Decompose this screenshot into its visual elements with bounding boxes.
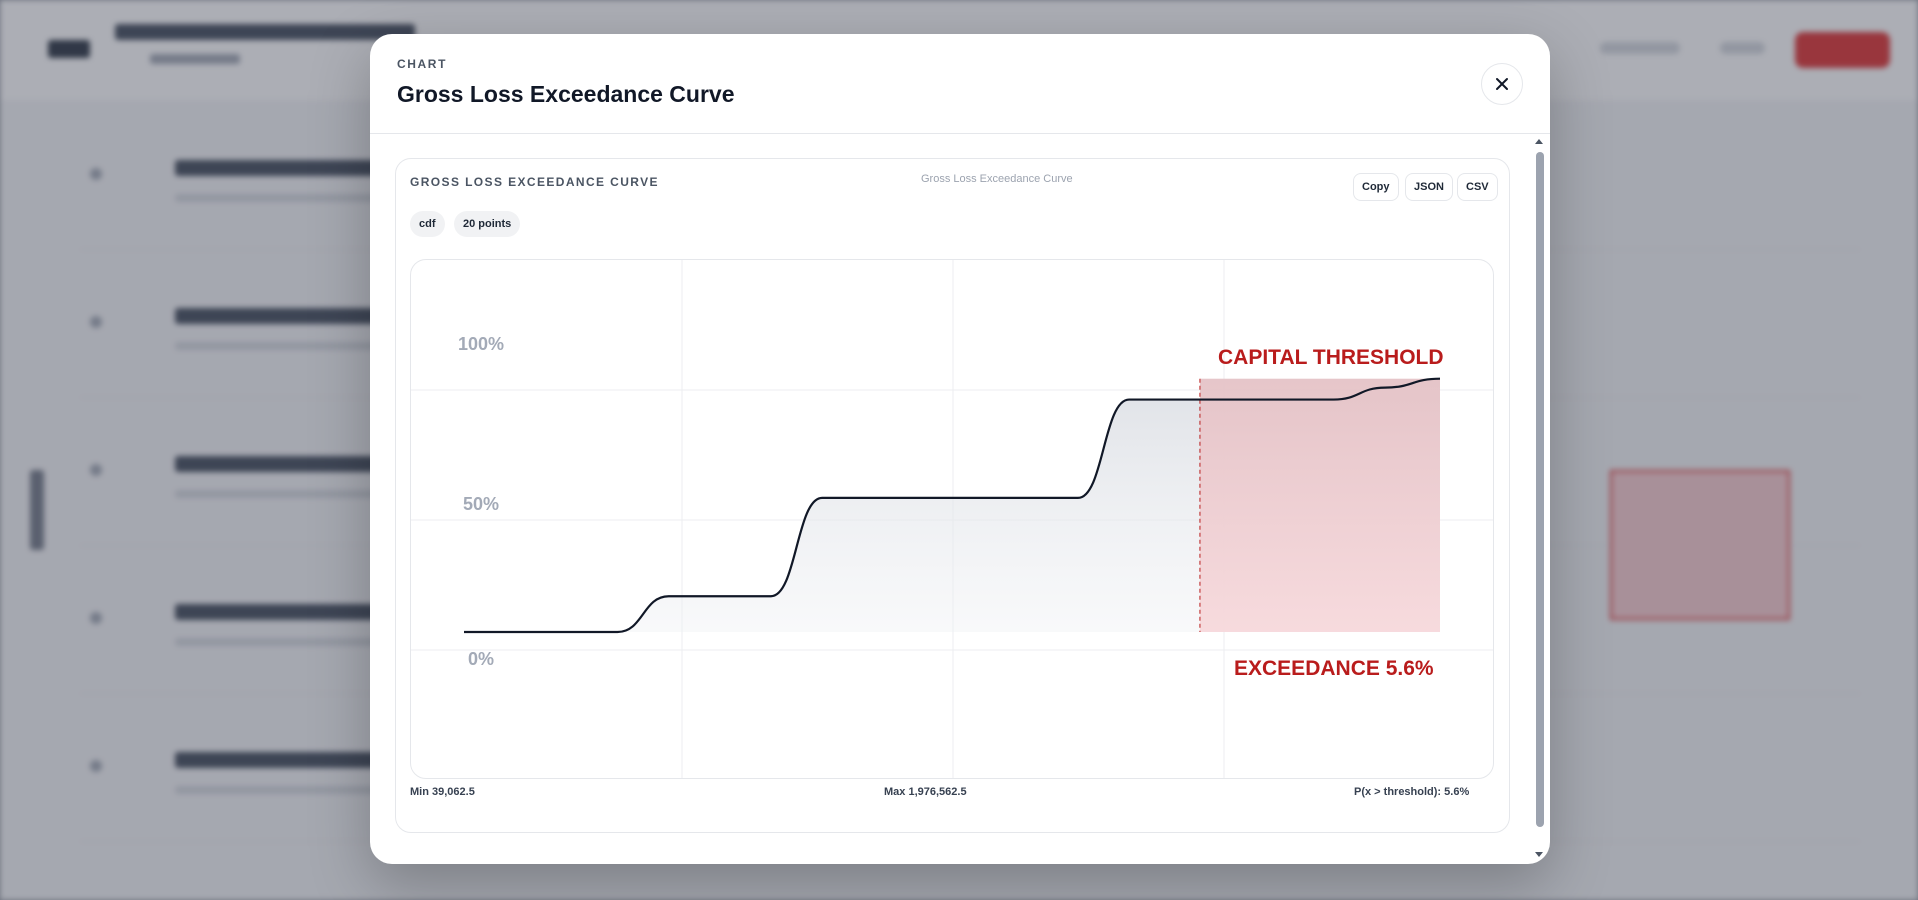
copy-button[interactable]: Copy xyxy=(1353,173,1399,201)
y-tick-label: 100% xyxy=(458,334,504,354)
y-tick-label: 50% xyxy=(463,494,499,514)
chart-modal: CHART Gross Loss Exceedance Curve GROSS … xyxy=(370,34,1550,864)
mode-chip: cdf xyxy=(410,211,445,237)
card-chart-label: Gross Loss Exceedance Curve xyxy=(921,173,1073,185)
close-button[interactable] xyxy=(1481,63,1523,105)
exceedance-annotation: EXCEEDANCE 5.6% xyxy=(1234,657,1434,680)
scroll-down-arrow[interactable] xyxy=(1535,852,1543,857)
exceedance-region xyxy=(1199,378,1440,632)
chart-card: GROSS LOSS EXCEEDANCE CURVE Gross Loss E… xyxy=(395,158,1510,833)
footer-max: Max 1,976,562.5 xyxy=(884,786,967,798)
y-tick-label: 0% xyxy=(468,649,494,669)
scroll-up-arrow[interactable] xyxy=(1535,139,1543,144)
footer-probability: P(x > threshold): 5.6% xyxy=(1354,786,1470,798)
modal-kicker: CHART xyxy=(397,57,447,71)
json-button[interactable]: JSON xyxy=(1405,173,1453,201)
points-chip: 20 points xyxy=(454,211,521,237)
chart-plot-area: 0% 50% 100% CAPITAL THRESHOLD EXCEEDANCE 5.6… xyxy=(410,259,1494,779)
threshold-annotation: CAPITAL THRESHOLD xyxy=(1218,346,1444,369)
footer-min: Min 39,062.5 xyxy=(410,786,475,798)
scrollbar-thumb[interactable] xyxy=(1536,152,1544,827)
modal-title: Gross Loss Exceedance Curve xyxy=(397,81,735,107)
close-icon xyxy=(1496,78,1508,90)
exceedance-chart: 0% 50% 100% CAPITAL THRESHOLD EXCEEDANCE 5.6… xyxy=(411,260,1493,778)
csv-button[interactable]: CSV xyxy=(1457,173,1498,201)
modal-header: CHART Gross Loss Exceedance Curve xyxy=(370,34,1550,134)
card-title: GROSS LOSS EXCEEDANCE CURVE xyxy=(410,175,659,189)
